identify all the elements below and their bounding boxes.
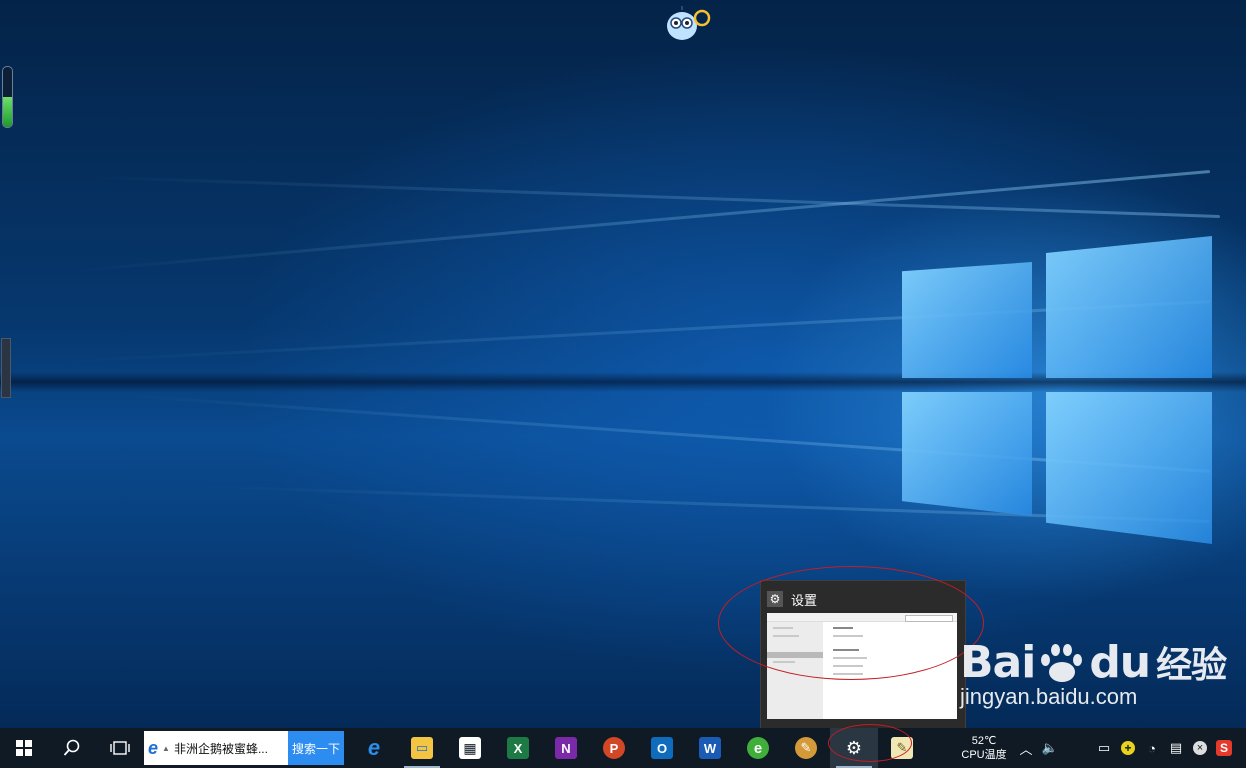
annotation-circle-settings bbox=[828, 724, 912, 762]
taskbar-app-excel[interactable]: X bbox=[494, 728, 542, 768]
memory-meter[interactable] bbox=[2, 66, 13, 128]
folder-icon: ▭ bbox=[411, 737, 433, 759]
store-icon: ▦ bbox=[459, 737, 481, 759]
excel-icon: X bbox=[507, 737, 529, 759]
start-button[interactable] bbox=[0, 728, 48, 768]
watermark-brand-cn: 经验 bbox=[1156, 645, 1227, 686]
system-tray: 52℃ CPU温度 ︿ 🔈 ▭ + ◔ ▤ × S bbox=[954, 728, 1236, 768]
taskbar: e ▲ 非洲企鹅被蜜蜂... 搜索一下 e ▭ ▦ X N P O W e ✎ … bbox=[0, 728, 1246, 768]
dropdown-arrow-icon: ▲ bbox=[162, 743, 170, 753]
wifi-icon[interactable]: ◔ bbox=[1140, 728, 1164, 768]
taskbar-app-file-explorer[interactable]: ▭ bbox=[398, 728, 446, 768]
close-circle-icon[interactable]: × bbox=[1188, 728, 1212, 768]
logo-pane-top-right bbox=[1046, 236, 1212, 378]
search-text: 非洲企鹅被蜜蜂... bbox=[173, 741, 268, 756]
light-ray bbox=[61, 300, 1211, 364]
word-icon: W bbox=[699, 737, 721, 759]
task-view-icon bbox=[110, 741, 130, 755]
search-icon bbox=[63, 739, 80, 756]
notification-icon[interactable]: ▤ bbox=[1164, 728, 1188, 768]
taskbar-app-word[interactable]: W bbox=[686, 728, 734, 768]
paint-icon: ✎ bbox=[795, 737, 817, 759]
taskbar-app-outlook[interactable]: O bbox=[638, 728, 686, 768]
search-submit-button[interactable]: 搜索一下 bbox=[288, 731, 344, 765]
browser-icon: e bbox=[747, 737, 769, 759]
cpu-temperature[interactable]: 52℃ CPU温度 bbox=[954, 734, 1014, 762]
onenote-icon: N bbox=[555, 737, 577, 759]
taskbar-app-paint[interactable]: ✎ bbox=[782, 728, 830, 768]
taskbar-app-browser[interactable]: e bbox=[734, 728, 782, 768]
temperature-value: 52℃ bbox=[971, 735, 997, 747]
outlook-icon: O bbox=[651, 737, 673, 759]
paw-icon bbox=[1039, 642, 1085, 682]
baidu-watermark: Bai du 经验 jingyan.baidu.com bbox=[960, 636, 1227, 710]
logo-pane-top-left bbox=[902, 262, 1032, 378]
taskbar-app-edge[interactable]: e bbox=[350, 728, 398, 768]
annotation-circle-preview bbox=[718, 566, 984, 680]
sogou-input-icon[interactable]: S bbox=[1212, 728, 1236, 768]
taskbar-app-onenote[interactable]: N bbox=[542, 728, 590, 768]
edge-icon: e bbox=[367, 735, 381, 760]
ie-icon: e bbox=[148, 737, 159, 758]
logo-pane-bottom-right bbox=[1046, 392, 1212, 544]
search-input[interactable]: e ▲ 非洲企鹅被蜜蜂... bbox=[144, 731, 288, 765]
desktop-wallpaper: ⚙ 设置 Bai du 经验 jingyan.baidu.com bbox=[0, 0, 1246, 728]
bird-mascot-icon[interactable] bbox=[664, 6, 712, 42]
search-button[interactable] bbox=[48, 728, 96, 768]
taskbar-app-store[interactable]: ▦ bbox=[446, 728, 494, 768]
temperature-label: CPU温度 bbox=[961, 749, 1007, 761]
windows-logo-icon bbox=[16, 740, 32, 756]
light-ray bbox=[90, 175, 1221, 218]
side-panel-handle[interactable] bbox=[1, 338, 11, 398]
logo-pane-bottom-left bbox=[902, 392, 1032, 516]
watermark-brand-latin: Bai bbox=[960, 636, 1036, 688]
task-view-button[interactable] bbox=[96, 728, 144, 768]
baidu-search-widget: e ▲ 非洲企鹅被蜜蜂... 搜索一下 bbox=[144, 731, 344, 765]
show-hidden-icons-chevron-icon[interactable]: ︿ bbox=[1014, 728, 1038, 768]
powerpoint-icon: P bbox=[603, 737, 625, 759]
taskbar-app-powerpoint[interactable]: P bbox=[590, 728, 638, 768]
light-ray bbox=[74, 170, 1211, 273]
battery-icon[interactable]: ▭ bbox=[1092, 728, 1116, 768]
watermark-brand-du: du bbox=[1089, 636, 1151, 688]
volume-icon[interactable]: 🔈 bbox=[1038, 728, 1062, 768]
security-shield-icon[interactable]: + bbox=[1116, 728, 1140, 768]
